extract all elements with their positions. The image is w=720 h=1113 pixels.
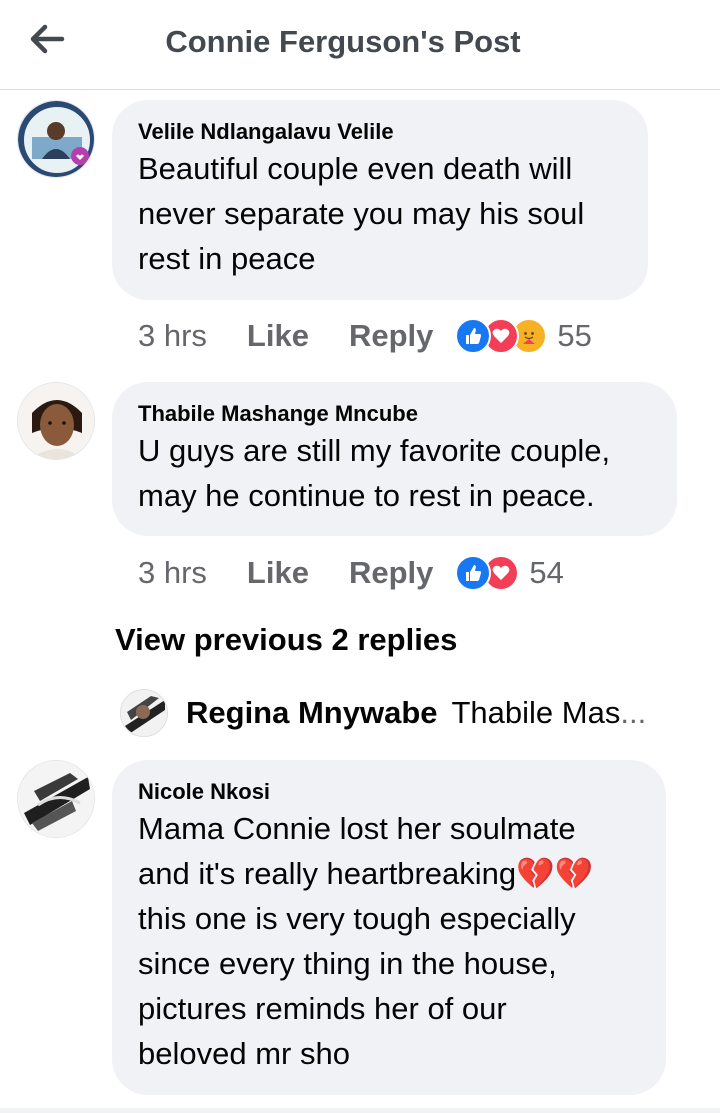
reactions-summary[interactable]: 55 — [455, 318, 592, 354]
comment-author[interactable]: Nicole Nkosi — [138, 778, 640, 806]
avatar[interactable] — [17, 382, 95, 460]
reactions-summary[interactable]: 54 — [455, 555, 564, 591]
comment-time: 3 hrs — [138, 318, 207, 353]
reply-author[interactable]: Regina Mnywabe — [186, 695, 438, 731]
comment-text-line: may he continue to rest in peace. — [138, 478, 595, 513]
comment-text-line: this one is very tough especially — [138, 901, 576, 936]
avatar[interactable] — [17, 760, 95, 838]
reaction-count: 55 — [557, 318, 592, 353]
comment-author[interactable]: Thabile Mashange Mncube — [138, 400, 651, 428]
comment-bubble[interactable]: Velile Ndlangalavu Velile Beautiful coup… — [112, 100, 648, 300]
comment-text-line: Mama Connie lost her soulmate — [138, 811, 576, 846]
comment-text-line: pictures reminds her of our — [138, 991, 507, 1026]
like-button[interactable]: Like — [247, 318, 309, 354]
comment-text-line: and it's really heartbreaking💔💔 — [138, 856, 594, 891]
page-title: Connie Ferguson's Post — [165, 24, 521, 59]
comment-text-line: since every thing in the house, — [138, 946, 557, 981]
like-reaction-icon — [455, 318, 492, 354]
reaction-count: 54 — [529, 555, 564, 590]
avatar[interactable] — [120, 689, 168, 737]
like-button[interactable]: Like — [247, 555, 309, 591]
reply-ellipsis: ... — [620, 695, 647, 730]
divider — [0, 1108, 720, 1113]
comment-text-line: U guys are still my favorite couple, — [138, 433, 611, 468]
reply-button[interactable]: Reply — [349, 318, 433, 354]
comment-time: 3 hrs — [138, 555, 207, 590]
avatar[interactable] — [17, 100, 95, 178]
reply-text: Thabile Mas — [451, 695, 621, 730]
comment-bubble[interactable]: Thabile Mashange Mncube U guys are still… — [112, 382, 677, 536]
comment-actions: 3 hrs Like Reply 55 — [138, 316, 592, 356]
reply-preview-row[interactable]: Regina Mnywabe Thabile Mas... — [120, 688, 646, 738]
comment-text-line: beloved mr sho — [138, 1036, 350, 1071]
header: Connie Ferguson's Post — [0, 0, 720, 90]
comment-text-line: Beautiful couple even death will — [138, 151, 573, 186]
comment-author[interactable]: Velile Ndlangalavu Velile — [138, 118, 622, 146]
comment-bubble[interactable]: Nicole Nkosi Mama Connie lost her soulma… — [112, 760, 666, 1095]
comment-text-line: never separate you may his soul — [138, 196, 585, 231]
view-previous-replies-link[interactable]: View previous 2 replies — [115, 622, 457, 658]
comment-actions: 3 hrs Like Reply 54 — [138, 553, 564, 593]
like-reaction-icon — [455, 555, 492, 591]
reply-button[interactable]: Reply — [349, 555, 433, 591]
comment-text-line: rest in peace — [138, 241, 316, 276]
